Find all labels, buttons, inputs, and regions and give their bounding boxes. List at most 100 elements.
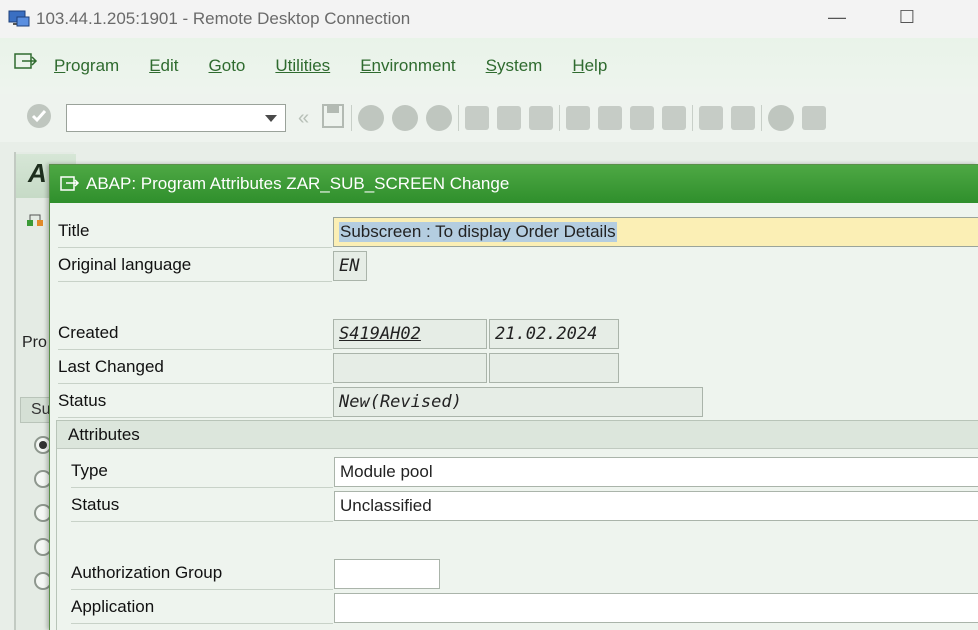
layout-icon[interactable] <box>802 106 827 130</box>
attributes-heading: Attributes <box>57 421 978 449</box>
last-changed-label: Last Changed <box>58 351 332 384</box>
exit-circle-icon[interactable] <box>392 105 419 131</box>
save-button[interactable] <box>321 103 345 134</box>
next-page-icon[interactable] <box>630 106 655 130</box>
command-field[interactable] <box>66 104 286 132</box>
new-session-icon[interactable] <box>699 106 724 130</box>
menu-goto-mnemonic: G <box>208 56 222 75</box>
menu-program-mnemonic: P <box>54 56 66 75</box>
page-nav-group <box>566 106 687 130</box>
menu-environment-mnemonic: En <box>360 56 381 75</box>
sap-menubar: Program Edit Goto Utilities Environment … <box>0 38 978 94</box>
attr-status-dropdown[interactable]: Unclassified <box>334 491 978 521</box>
toolbar-separator <box>761 105 763 131</box>
check-icon <box>27 103 51 128</box>
toolbar-separator <box>559 105 561 131</box>
find-icon[interactable] <box>497 106 522 130</box>
menu-help-label: elp <box>584 56 608 75</box>
application-label: Application <box>71 591 333 624</box>
attr-status-label: Status <box>71 489 333 522</box>
type-dropdown[interactable]: Module pool <box>334 457 978 487</box>
menu-system-mnemonic: S <box>485 56 497 75</box>
menu-environment-label: vironment <box>380 56 456 75</box>
language-label: Original language <box>58 249 332 282</box>
status-field: New(Revised) <box>333 387 703 417</box>
auth-group-row: Authorization Group <box>57 557 978 591</box>
language-row: Original language EN <box>50 249 978 283</box>
menu-environment[interactable]: Environment <box>360 56 455 76</box>
menu-utilities[interactable]: Utilities <box>275 56 330 76</box>
changed-date-field <box>489 353 619 383</box>
application-input[interactable] <box>334 593 978 623</box>
created-date-field: 21.02.2024 <box>489 319 619 349</box>
title-row: Title Subscreen : To display Order Detai… <box>50 215 978 249</box>
dialog-title: ABAP: Program Attributes ZAR_SUB_SCREEN … <box>86 174 510 193</box>
menu-help-mnemonic: H <box>572 56 585 75</box>
last-page-icon[interactable] <box>662 106 687 130</box>
toolbar-separator <box>351 105 353 131</box>
menu-edit-mnemonic: E <box>149 56 161 75</box>
dialog-titlebar[interactable]: ABAP: Program Attributes ZAR_SUB_SCREEN … <box>50 165 978 203</box>
sap-toolbar: « <box>0 94 978 142</box>
help-group <box>768 105 827 131</box>
last-changed-row: Last Changed <box>50 351 978 385</box>
shortcut-icon[interactable] <box>731 106 756 130</box>
auth-group-input[interactable] <box>334 559 440 589</box>
menu-exit-icon[interactable] <box>14 52 38 72</box>
toolbar-separator <box>692 105 694 131</box>
maximize-icon: ☐ <box>898 6 916 27</box>
enter-button[interactable] <box>26 103 52 134</box>
find-next-icon[interactable] <box>529 106 554 130</box>
menu-program-label: rogram <box>65 56 120 75</box>
menu-goto[interactable]: Goto <box>209 56 246 76</box>
back-circle-icon[interactable] <box>358 105 385 131</box>
first-page-icon[interactable] <box>566 106 591 130</box>
application-row: Application <box>57 591 978 625</box>
menu-utilities-mnemonic: Utilities <box>275 56 331 75</box>
type-row: Type Module pool <box>57 455 978 489</box>
back-icon[interactable]: « <box>298 107 309 130</box>
save-icon <box>322 103 345 128</box>
remote-desktop-icon <box>8 8 30 30</box>
attributes-group: Attributes Type Module pool Status Uncla… <box>56 420 978 630</box>
help-icon[interactable] <box>768 105 795 131</box>
created-row: Created S419AH02 21.02.2024 <box>50 317 978 351</box>
type-label: Type <box>71 455 333 488</box>
menu-goto-label: oto <box>221 56 246 75</box>
menu-system-label: ystem <box>496 56 543 75</box>
status-label: Status <box>58 385 332 418</box>
menu-edit[interactable]: Edit <box>149 56 178 76</box>
dialog-menu-icon[interactable] <box>60 175 80 193</box>
background-program-label: Pro <box>22 334 47 351</box>
created-by-field[interactable]: S419AH02 <box>333 319 487 349</box>
hierarchy-icon[interactable] <box>26 210 44 228</box>
nav-button-group <box>358 105 453 131</box>
background-screen-title: A <box>28 158 47 188</box>
title-label: Title <box>58 215 332 248</box>
auth-group-label: Authorization Group <box>71 557 333 590</box>
print-icon[interactable] <box>465 106 490 130</box>
print-find-group <box>465 106 554 130</box>
minimize-button[interactable]: — <box>814 0 860 34</box>
toolbar-separator <box>458 105 460 131</box>
created-label: Created <box>58 317 332 350</box>
title-field-value: Subscreen : To display Order Details <box>339 222 617 242</box>
remote-desktop-titlebar: 103.44.1.205:1901 - Remote Desktop Conne… <box>0 0 978 38</box>
language-field: EN <box>333 251 367 281</box>
attr-status-row: Status Unclassified <box>57 489 978 523</box>
title-field[interactable]: Subscreen : To display Order Details <box>333 217 978 247</box>
session-group <box>699 106 756 130</box>
chevron-down-icon[interactable] <box>265 115 277 122</box>
maximize-button[interactable]: ☐ <box>884 0 930 34</box>
menu-help[interactable]: Help <box>572 56 607 76</box>
program-attributes-dialog: ABAP: Program Attributes ZAR_SUB_SCREEN … <box>49 164 978 630</box>
window-title: 103.44.1.205:1901 - Remote Desktop Conne… <box>36 9 411 28</box>
status-row: Status New(Revised) <box>50 385 978 419</box>
menu-program[interactable]: Program <box>54 56 119 76</box>
changed-by-field <box>333 353 487 383</box>
previous-page-icon[interactable] <box>598 106 623 130</box>
minimize-icon: — <box>828 6 846 27</box>
menu-edit-label: dit <box>160 56 179 75</box>
menu-system[interactable]: System <box>486 56 543 76</box>
cancel-circle-icon[interactable] <box>426 105 453 131</box>
